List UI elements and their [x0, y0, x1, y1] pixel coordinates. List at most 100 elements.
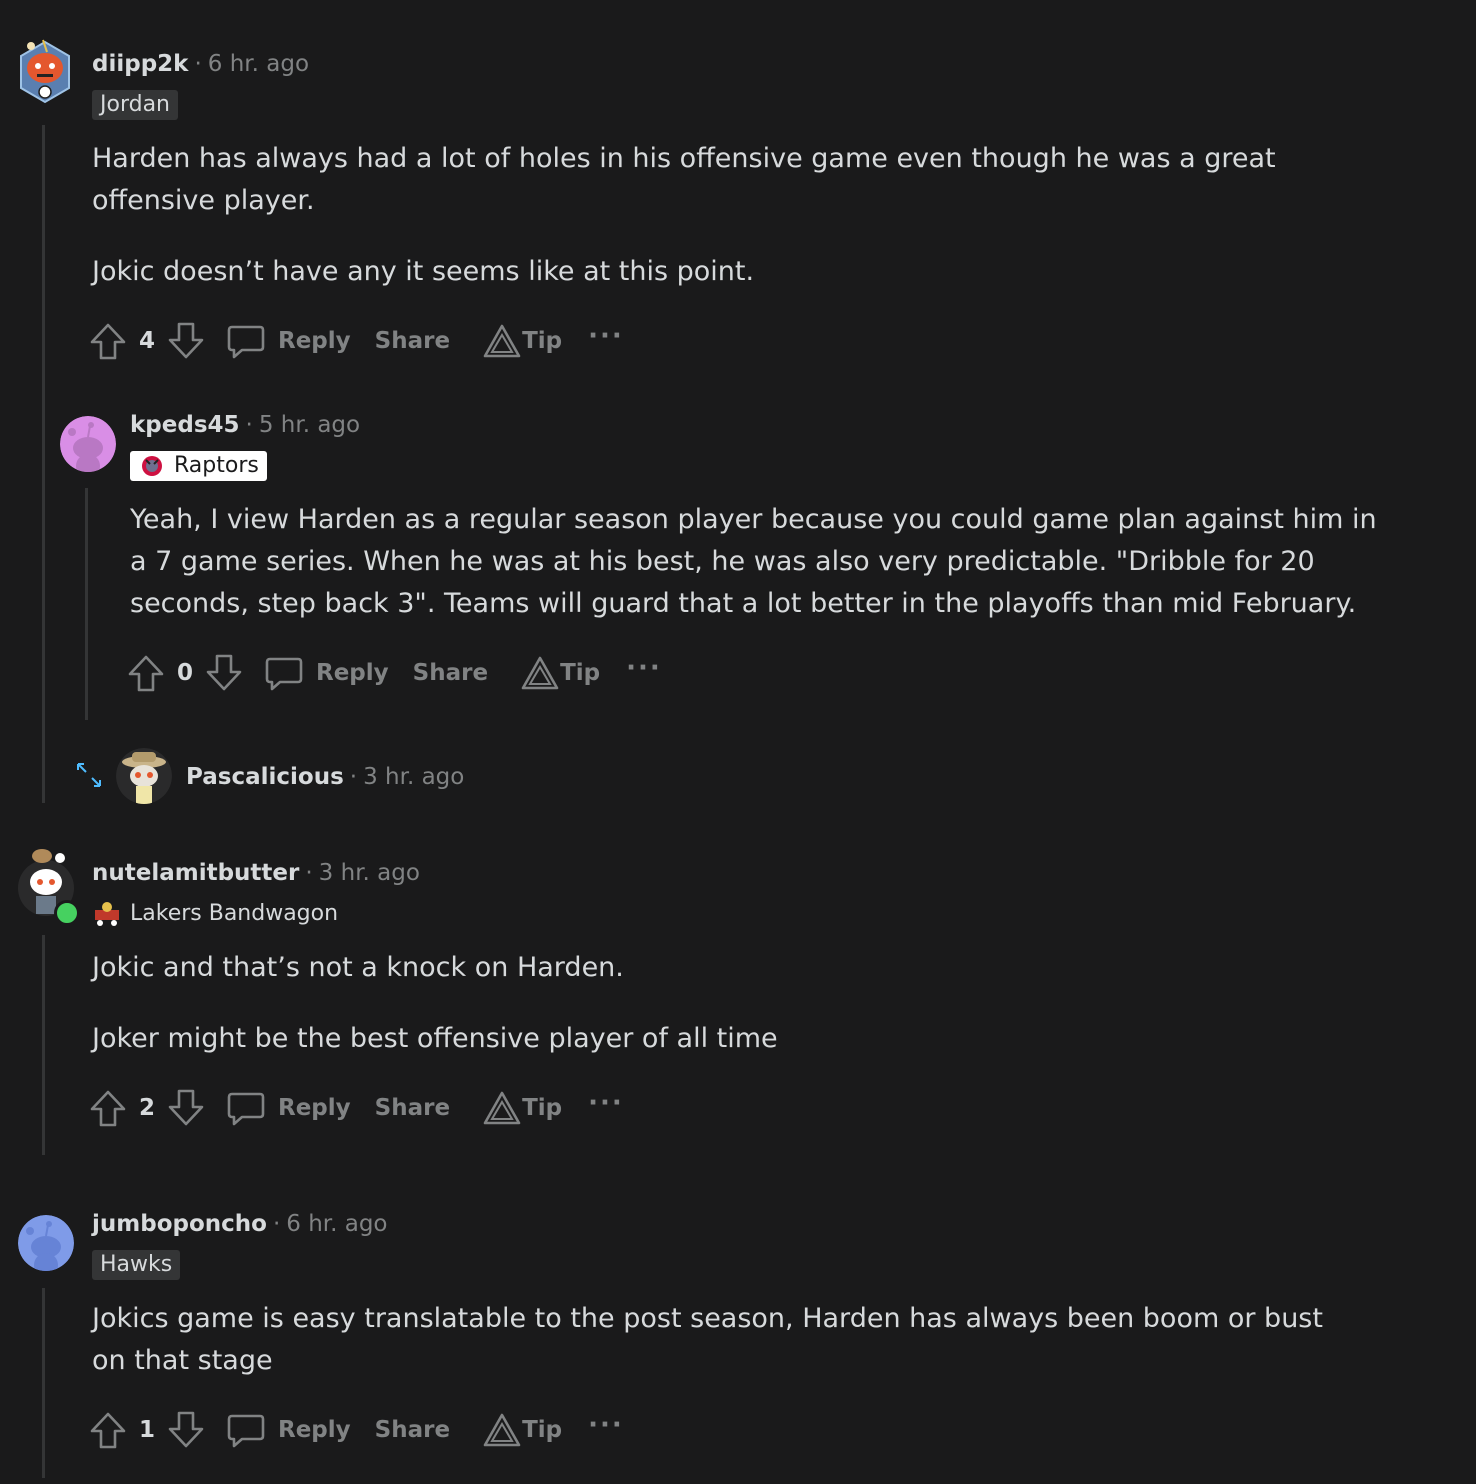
avatar[interactable]	[17, 39, 73, 104]
thread-line-kpeds45[interactable]	[85, 488, 88, 720]
downvote-arrow-icon[interactable]	[166, 1088, 206, 1128]
comment-body: Yeah, I view Harden as a regular season …	[130, 499, 1380, 625]
user-flair-label: Lakers Bandwagon	[130, 901, 339, 926]
snoo-avatar-icon	[18, 1215, 74, 1271]
snoo-avatar-icon	[60, 416, 116, 472]
more-options-button[interactable]: ···	[588, 1090, 624, 1123]
thread-line-diipp2k[interactable]	[42, 125, 45, 803]
comment-body: Jokic and that’s not a knock on Harden. …	[92, 947, 1392, 1060]
bandwagon-icon	[92, 900, 122, 928]
speech-bubble-icon	[226, 1088, 266, 1128]
comment-paragraph: Jokic doesn’t have any it seems like at …	[92, 256, 755, 287]
reply-button[interactable]: Reply	[226, 1410, 351, 1450]
vote-count: 4	[138, 328, 155, 354]
reply-label: Reply	[278, 328, 351, 354]
username[interactable]: jumboponcho	[92, 1211, 267, 1237]
separator: ·	[349, 764, 358, 790]
comment-action-bar: 1 Reply Share Tip ···	[88, 1410, 624, 1450]
comment-paragraph: Jokics game is easy translatable to the …	[92, 1303, 1323, 1376]
timestamp[interactable]: 3 hr. ago	[363, 764, 464, 790]
timestamp[interactable]: 5 hr. ago	[259, 412, 360, 438]
upvote-arrow-icon[interactable]	[88, 321, 128, 361]
downvote-arrow-icon[interactable]	[204, 653, 244, 693]
snoo-avatar-icon	[116, 748, 172, 804]
comment-action-bar: 2 Reply Share Tip ···	[88, 1088, 624, 1128]
user-flair: Jordan	[92, 90, 178, 120]
thread-line-jumboponcho[interactable]	[42, 1288, 45, 1478]
timestamp[interactable]: 6 hr. ago	[286, 1211, 387, 1237]
comment-paragraph: Joker might be the best offensive player…	[92, 1023, 778, 1054]
reply-label: Reply	[278, 1095, 351, 1121]
vote-count: 2	[138, 1095, 155, 1121]
share-button[interactable]: Share	[375, 1417, 450, 1443]
more-options-button[interactable]: ···	[626, 655, 662, 688]
comment-header: Pascalicious · 3 hr. ago	[186, 763, 464, 791]
timestamp[interactable]: 6 hr. ago	[208, 51, 309, 77]
snoo-avatar-icon	[20, 39, 70, 104]
avatar[interactable]	[60, 416, 116, 472]
comment-header: nutelamitbutter · 3 hr. ago	[92, 859, 420, 887]
tip-button[interactable]: Tip	[482, 1410, 562, 1450]
tip-label: Tip	[522, 328, 563, 354]
upvote-arrow-icon[interactable]	[126, 653, 166, 693]
share-button[interactable]: Share	[375, 328, 450, 354]
user-flair: Raptors	[130, 451, 267, 481]
comment-paragraph: Harden has always had a lot of holes in …	[92, 143, 1276, 216]
thread-line-nutelamitbutter[interactable]	[42, 935, 45, 1155]
comment-header: kpeds45 · 5 hr. ago	[130, 411, 360, 439]
tip-button[interactable]: Tip	[482, 1088, 562, 1128]
reply-button[interactable]: Reply	[226, 1088, 351, 1128]
separator: ·	[194, 51, 202, 77]
more-options-button[interactable]: ···	[588, 323, 624, 356]
speech-bubble-icon	[226, 1410, 266, 1450]
vote-count: 0	[176, 660, 193, 686]
upvote-arrow-icon[interactable]	[88, 1410, 128, 1450]
comment-header: jumboponcho · 6 hr. ago	[92, 1210, 388, 1238]
username[interactable]: kpeds45	[130, 412, 240, 438]
reply-button[interactable]: Reply	[226, 321, 351, 361]
comment-header: diipp2k · 6 hr. ago	[92, 50, 309, 78]
triangle-tip-icon	[520, 653, 560, 693]
avatar[interactable]	[18, 849, 80, 926]
comment-action-bar: 4 Reply Share Tip ···	[88, 321, 624, 361]
share-label: Share	[374, 328, 451, 354]
share-label: Share	[412, 660, 489, 686]
separator: ·	[272, 1211, 281, 1237]
upvote-arrow-icon[interactable]	[88, 1088, 128, 1128]
downvote-arrow-icon[interactable]	[166, 321, 206, 361]
speech-bubble-icon	[264, 653, 304, 693]
user-flair-label: Raptors	[174, 453, 259, 478]
username[interactable]: diipp2k	[92, 51, 188, 77]
comment-body: Harden has always had a lot of holes in …	[92, 138, 1392, 293]
raptors-logo-icon	[138, 454, 166, 478]
username[interactable]: nutelamitbutter	[92, 860, 299, 886]
user-flair: Hawks	[92, 1250, 181, 1280]
avatar[interactable]	[18, 1215, 74, 1271]
reply-label: Reply	[316, 660, 389, 686]
username[interactable]: Pascalicious	[186, 764, 344, 790]
tip-label: Tip	[560, 660, 601, 686]
speech-bubble-icon	[226, 321, 266, 361]
more-options-button[interactable]: ···	[588, 1412, 624, 1445]
triangle-tip-icon	[482, 1088, 522, 1128]
comment-paragraph: Jokic and that’s not a knock on Harden.	[92, 952, 624, 983]
share-button[interactable]: Share	[413, 660, 488, 686]
tip-button[interactable]: Tip	[482, 321, 562, 361]
triangle-tip-icon	[482, 1410, 522, 1450]
comment-paragraph: Yeah, I view Harden as a regular season …	[130, 504, 1377, 619]
reply-label: Reply	[278, 1417, 351, 1443]
online-status-indicator	[54, 900, 80, 926]
vote-count: 1	[138, 1417, 155, 1443]
share-button[interactable]: Share	[375, 1095, 450, 1121]
downvote-arrow-icon[interactable]	[166, 1410, 206, 1450]
expand-arrows-icon[interactable]	[74, 760, 104, 790]
reply-button[interactable]: Reply	[264, 653, 389, 693]
triangle-tip-icon	[482, 321, 522, 361]
avatar[interactable]	[116, 748, 172, 804]
tip-button[interactable]: Tip	[520, 653, 600, 693]
timestamp[interactable]: 3 hr. ago	[319, 860, 420, 886]
comment-body: Jokics game is easy translatable to the …	[92, 1298, 1352, 1382]
tip-label: Tip	[522, 1095, 563, 1121]
share-label: Share	[374, 1095, 451, 1121]
share-label: Share	[374, 1417, 451, 1443]
